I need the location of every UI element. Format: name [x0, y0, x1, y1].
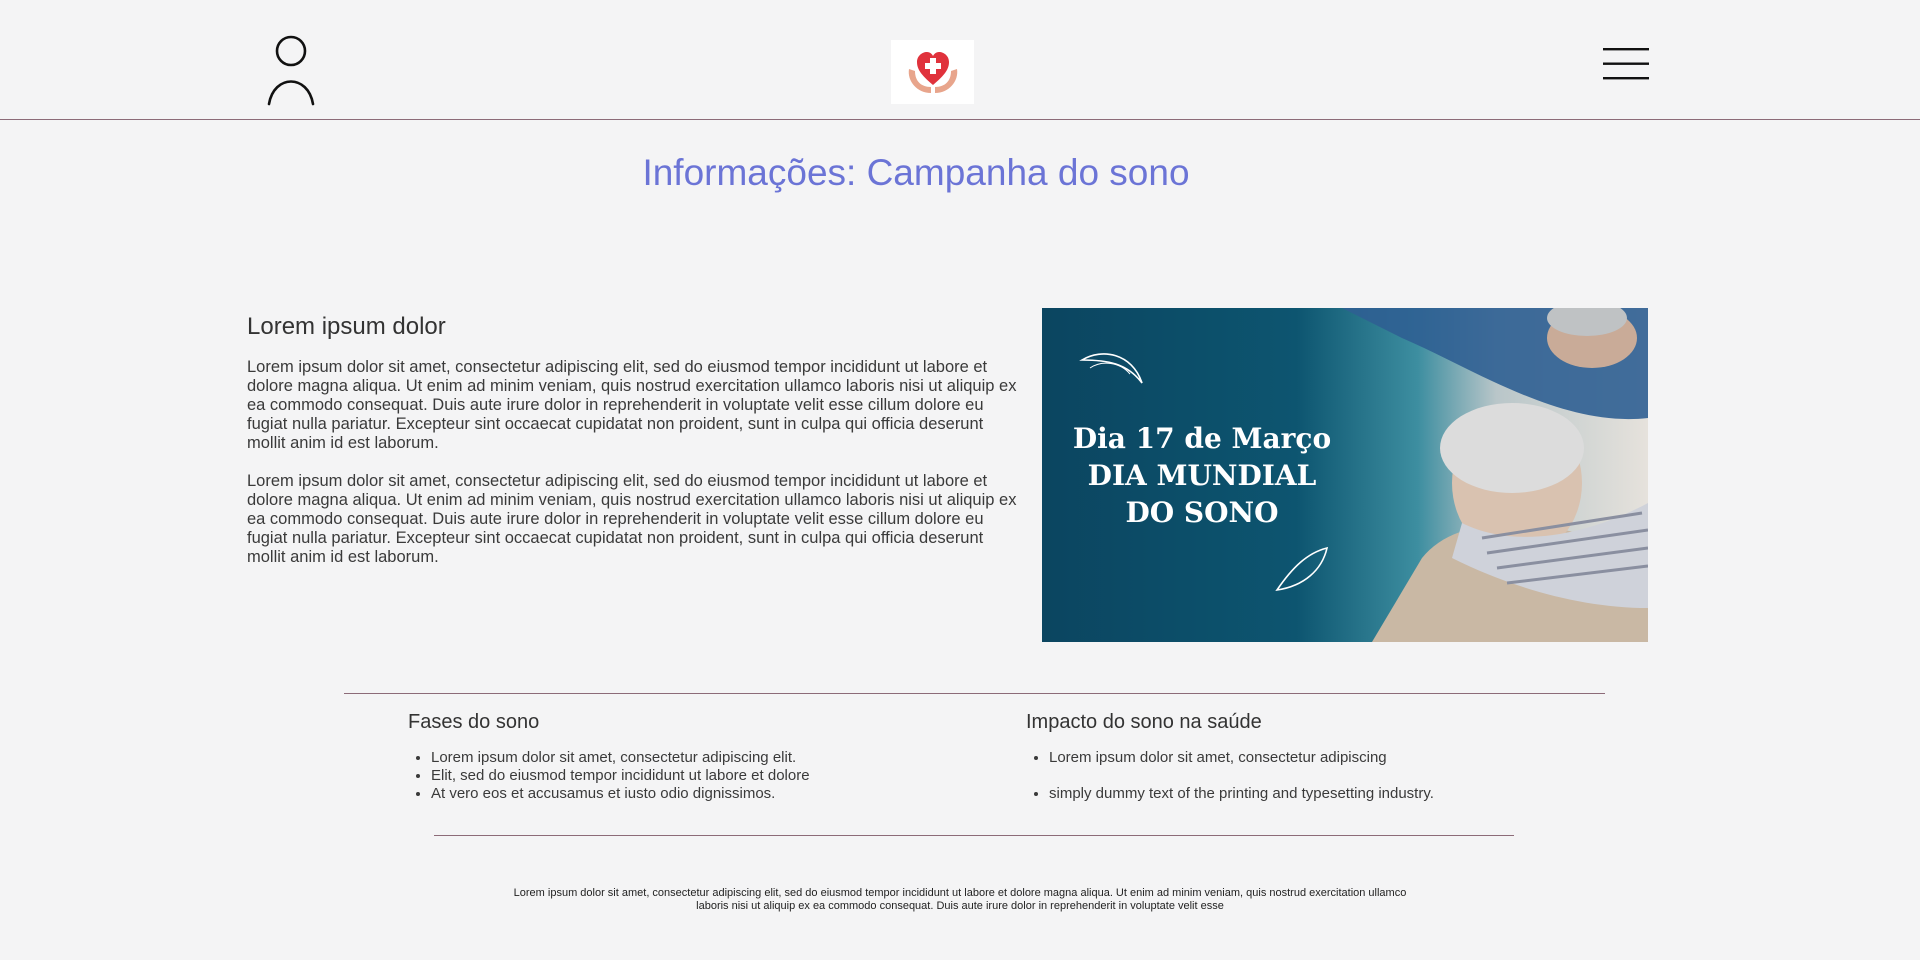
list-item: Elit, sed do eiusmod tempor incididunt u…: [431, 767, 968, 785]
page: Informações: Campanha do sono Lorem ipsu…: [0, 0, 1920, 960]
header: [0, 0, 1920, 120]
campaign-banner-image: Dia 17 de Março DIA MUNDIAL DO SONO: [1042, 308, 1648, 642]
user-icon[interactable]: [266, 34, 316, 108]
footer-text: Lorem ipsum dolor sit amet, consectetur …: [513, 887, 1407, 912]
banner-caption: Dia 17 de Março DIA MUNDIAL DO SONO: [1042, 420, 1362, 531]
list-item: Lorem ipsum dolor sit amet, consectetur …: [431, 749, 968, 767]
intro-section: Lorem ipsum dolor Lorem ipsum dolor sit …: [247, 313, 1022, 586]
list-item: simply dummy text of the printing and ty…: [1049, 785, 1586, 803]
footer-divider: [434, 835, 1514, 836]
list-item: At vero eos et accusamus et iusto odio d…: [431, 785, 968, 803]
sleep-health-impact-list: Lorem ipsum dolor sit amet, consectetur …: [1026, 749, 1586, 803]
banner-line-2: DIA MUNDIAL: [1087, 459, 1317, 492]
list-item: Lorem ipsum dolor sit amet, consectetur …: [1049, 749, 1586, 767]
logo[interactable]: [891, 40, 974, 104]
intro-paragraph: Lorem ipsum dolor sit amet, consectetur …: [247, 358, 1017, 452]
banner-line-1: Dia 17 de Março: [1072, 422, 1332, 455]
hamburger-menu-icon[interactable]: [1603, 48, 1649, 80]
heart-cross-hands-logo: [908, 52, 957, 93]
sleep-phases-section: Fases do sono Lorem ipsum dolor sit amet…: [408, 711, 968, 803]
sleep-phases-heading: Fases do sono: [408, 711, 540, 733]
sleep-health-impact-section: Impacto do sono na saúde Lorem ipsum dol…: [1026, 711, 1586, 821]
section-divider: [344, 693, 1605, 694]
sleep-health-impact-heading: Impacto do sono na saúde: [1026, 711, 1262, 733]
sleep-phases-list: Lorem ipsum dolor sit amet, consectetur …: [408, 749, 968, 803]
intro-heading: Lorem ipsum dolor: [247, 313, 446, 340]
banner-line-3: DO SONO: [1125, 496, 1279, 529]
intro-paragraph: Lorem ipsum dolor sit amet, consectetur …: [247, 472, 1017, 566]
page-title: Informações: Campanha do sono: [642, 152, 1190, 193]
